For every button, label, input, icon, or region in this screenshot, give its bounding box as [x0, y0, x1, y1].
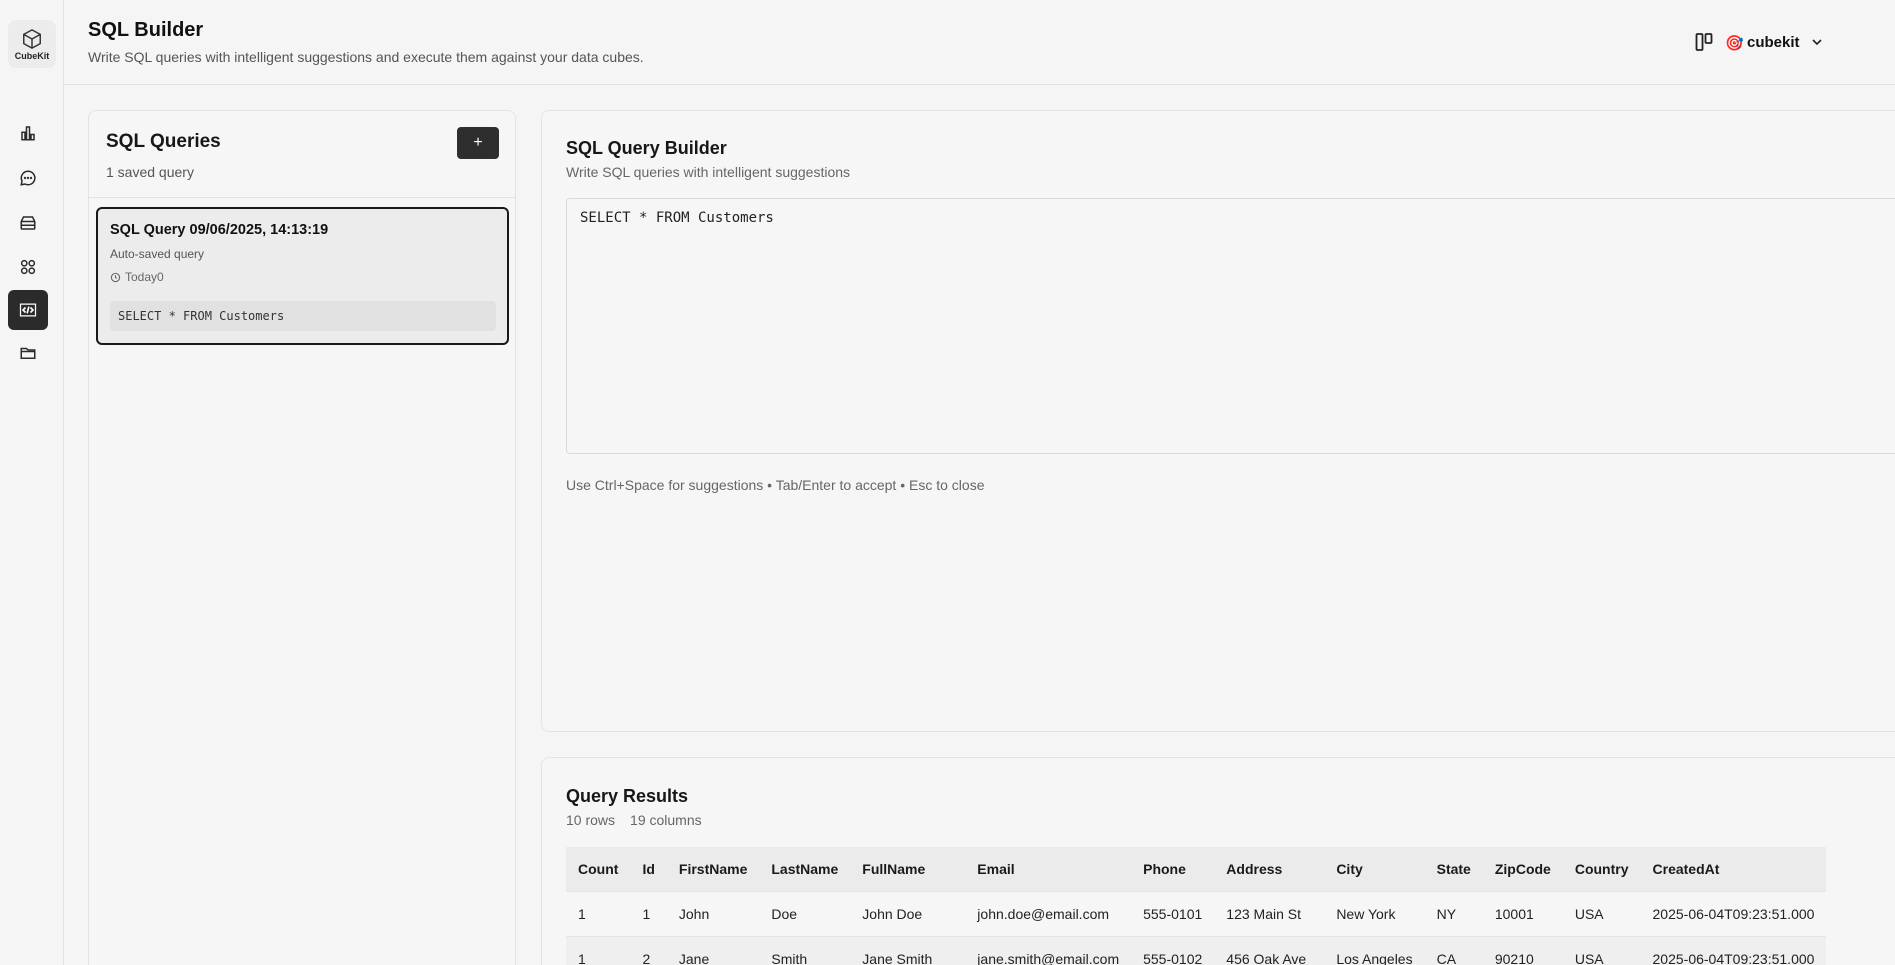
query-results-panel: Query Results 10 rows 19 columns Count I… [541, 757, 1895, 965]
table-cell: Los Angeles [1324, 935, 1425, 965]
results-meta: 10 rows 19 columns [566, 812, 702, 828]
queries-count: 1 saved query [106, 164, 194, 180]
column-header[interactable]: Country [1562, 847, 1641, 891]
user-avatar-icon: 🎯 [1725, 35, 1744, 52]
sql-builder-panel: SQL Query Builder Write SQL queries with… [541, 110, 1895, 732]
table-header-row: Count Id FirstName LastName FullName Ema… [566, 847, 1827, 891]
table-cell: 2 [630, 935, 667, 965]
table-cell: 555-0101 [1131, 890, 1215, 936]
table-cell: 123 Main St [1214, 890, 1325, 936]
bar-chart-icon [21, 126, 35, 141]
layout-icon [1695, 33, 1713, 51]
database-icon [20, 216, 36, 230]
page-title: SQL Builder [88, 19, 204, 41]
saved-query-description: Auto-saved query [110, 247, 205, 261]
column-header[interactable]: LastName [759, 847, 851, 891]
table-cell: Jane Smith [850, 935, 966, 965]
saved-query-sql-preview: SELECT * FROM Customers [110, 301, 496, 331]
sidebar-rail: CubeKit [0, 0, 64, 965]
page-subtitle: Write SQL queries with intelligent sugge… [88, 49, 644, 65]
nav-sql-builder-button[interactable] [8, 290, 48, 330]
table-cell: New York [1324, 890, 1425, 936]
column-header[interactable]: FirstName [666, 847, 760, 891]
app-logo[interactable]: CubeKit [8, 20, 56, 68]
column-header[interactable]: FullName [850, 847, 966, 891]
table-cell: 90210 [1482, 935, 1563, 965]
column-header[interactable]: Id [630, 847, 667, 891]
saved-query-time: Today0 [110, 270, 164, 284]
results-title: Query Results [566, 786, 689, 806]
table-cell: 2025-06-04T09:23:51.000 [1640, 935, 1827, 965]
saved-queries-panel: SQL Queries 1 saved query + SQL Query 09… [88, 110, 516, 965]
sql-editor-text[interactable]: SELECT * FROM Customers [580, 210, 774, 226]
table-cell: 1 [566, 890, 631, 936]
chat-icon [20, 170, 36, 186]
table-cell: jane.smith@email.com [965, 935, 1132, 965]
table-cell: 10001 [1482, 890, 1563, 936]
nav-database-button[interactable] [8, 203, 48, 243]
add-query-button[interactable]: + [457, 127, 499, 159]
table-cell: John [666, 890, 760, 936]
results-table-container[interactable]: Count Id FirstName LastName FullName Ema… [566, 847, 1895, 965]
header-actions: 🎯 cubekit [1695, 28, 1895, 58]
table-cell: 456 Oak Ave [1214, 935, 1325, 965]
column-header[interactable]: ZipCode [1482, 847, 1563, 891]
table-cell: Jane [666, 935, 760, 965]
builder-subtitle: Write SQL queries with intelligent sugge… [566, 164, 851, 180]
sql-editor[interactable]: SELECT * FROM Customers [566, 198, 1895, 454]
table-row: 1 2 Jane Smith Jane Smith jane.smith@ema… [566, 935, 1827, 965]
nav-chat-button[interactable] [8, 158, 48, 198]
table-cell: 2025-06-04T09:23:51.000 [1640, 890, 1827, 936]
results-row-count: 10 rows [566, 812, 616, 828]
table-cell: john.doe@email.com [965, 890, 1132, 936]
results-table: Count Id FirstName LastName FullName Ema… [566, 847, 1827, 965]
column-header[interactable]: CreatedAt [1640, 847, 1827, 891]
editor-hint: Use Ctrl+Space for suggestions • Tab/Ent… [566, 477, 985, 493]
saved-query-time-label: Today0 [125, 270, 164, 284]
column-header[interactable]: Email [965, 847, 1132, 891]
page-header: SQL Builder Write SQL queries with intel… [64, 0, 1895, 85]
table-cell: 1 [630, 890, 667, 936]
column-header[interactable]: Phone [1131, 847, 1215, 891]
queries-title: SQL Queries [106, 131, 221, 152]
folder-icon [20, 347, 36, 359]
table-cell: USA [1562, 890, 1641, 936]
table-cell: Smith [759, 935, 851, 965]
table-row: 1 1 John Doe John Doe john.doe@email.com… [566, 890, 1827, 936]
table-cell: 1 [566, 935, 631, 965]
user-name[interactable]: cubekit [1747, 34, 1800, 51]
cube-icon [23, 28, 41, 49]
grid-icon [20, 259, 36, 275]
column-header[interactable]: City [1324, 847, 1425, 891]
column-header[interactable]: State [1424, 847, 1483, 891]
nav-apps-button[interactable] [8, 247, 48, 287]
divider [89, 197, 515, 198]
saved-query-title: SQL Query 09/06/2025, 14:13:19 [110, 222, 329, 238]
nav-files-button[interactable] [8, 333, 48, 373]
table-cell: CA [1424, 935, 1483, 965]
clock-icon [110, 272, 121, 282]
builder-title: SQL Query Builder [566, 138, 727, 158]
column-header[interactable]: Count [566, 847, 631, 891]
code-icon [19, 303, 37, 317]
logo-text: CubeKit [14, 50, 50, 61]
table-cell: John Doe [850, 890, 966, 936]
column-header[interactable]: Address [1214, 847, 1325, 891]
nav-analytics-button[interactable] [8, 113, 48, 153]
chevron-down-icon [1812, 39, 1822, 46]
saved-query-item[interactable]: SQL Query 09/06/2025, 14:13:19 Auto-save… [96, 207, 509, 345]
layout-toggle-button[interactable] [1695, 32, 1715, 52]
table-cell: Doe [759, 890, 851, 936]
results-column-count: 19 columns [630, 812, 702, 828]
table-cell: USA [1562, 935, 1641, 965]
table-cell: NY [1424, 890, 1483, 936]
user-menu-button[interactable] [1809, 34, 1825, 50]
table-cell: 555-0102 [1131, 935, 1215, 965]
